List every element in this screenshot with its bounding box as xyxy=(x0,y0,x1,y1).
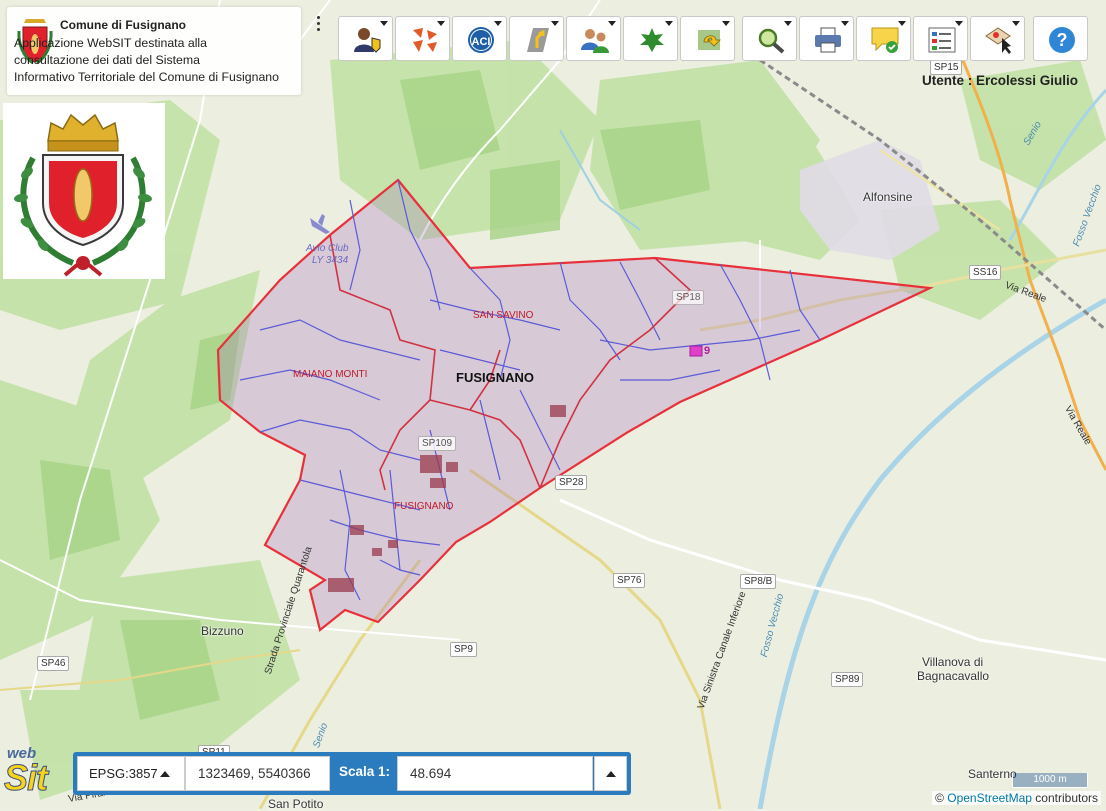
road-label-sp109: SP109 xyxy=(418,436,457,451)
map-marker-label: 9 xyxy=(704,345,711,357)
toolbar-group-2 xyxy=(742,16,1025,61)
toolbar-button-aci[interactable]: ACI xyxy=(452,16,507,61)
app-description-line: Applicazione WebSIT destinata alla xyxy=(14,36,207,50)
toolbar-button-help[interactable]: ? xyxy=(1033,16,1088,61)
road-label-sp76: SP76 xyxy=(613,573,646,588)
map-label-avio-code: LY 3434 xyxy=(312,255,349,266)
people-icon xyxy=(581,29,609,53)
scale-input[interactable]: 48.694 xyxy=(397,756,593,791)
toolbar-button-map-pointer[interactable] xyxy=(970,16,1025,61)
coat-of-arms-icon xyxy=(14,113,152,277)
toolbar-button-printer[interactable] xyxy=(799,16,854,61)
road-label-sp46: SP46 xyxy=(37,656,70,671)
map-label-avio-club: Avio Club xyxy=(306,243,349,254)
scale-label: Scala 1: xyxy=(339,764,391,779)
toolbar-button-layers-list[interactable] xyxy=(913,16,968,61)
coordinate-scale-bar: EPSG:3857 1323469, 5540366 Scala 1: 48.6… xyxy=(73,752,631,795)
app-description: Applicazione WebSIT destinata alla consu… xyxy=(14,35,298,86)
toolbar-button-map-refresh[interactable] xyxy=(680,16,735,61)
map-pointer-icon xyxy=(985,27,1011,54)
map-label-maiano-monti: MAIANO MONTI xyxy=(293,369,368,380)
magnifier-icon xyxy=(758,28,785,54)
road-label-sp9: SP9 xyxy=(450,642,477,657)
app-title: Comune di Fusignano xyxy=(60,18,186,32)
map-label-villanova-2: Bagnacavallo xyxy=(917,669,990,683)
map-refresh-icon xyxy=(698,30,721,50)
projection-value: EPSG:3857 xyxy=(89,766,158,781)
projection-select[interactable]: EPSG:3857 xyxy=(77,756,185,791)
message-check-icon xyxy=(871,27,899,53)
map-marker[interactable] xyxy=(689,345,703,357)
toolbar-button-people[interactable] xyxy=(566,16,621,61)
toolbar-button-magnifier[interactable] xyxy=(742,16,797,61)
toolbar-group-1: ACI xyxy=(338,16,735,61)
map-label-san-savino: SAN SAVINO xyxy=(473,310,534,321)
attribution-suffix: contributors xyxy=(1031,791,1098,805)
svg-text:ACI: ACI xyxy=(472,36,491,48)
projection-dropdown-icon xyxy=(159,771,170,777)
app-description-line: consultazione dei dati del Sistema xyxy=(14,53,200,67)
printer-icon xyxy=(815,27,841,53)
toolbar-button-cadastre[interactable] xyxy=(395,16,450,61)
app-description-line: Informativo Territoriale del Comune di F… xyxy=(14,70,279,84)
user-admin-icon xyxy=(354,28,381,53)
toolbar-button-user-admin[interactable] xyxy=(338,16,393,61)
map-attribution: © OpenStreetMap contributors xyxy=(932,791,1101,805)
map-label-fusignano-town: FUSIGNANO xyxy=(456,370,534,385)
coordinates-display: 1323469, 5540366 xyxy=(185,756,330,791)
attribution-prefix: © xyxy=(935,791,948,805)
road-label-sp8b: SP8/B xyxy=(740,574,777,589)
map-scale-bar: 1000 m xyxy=(1012,773,1088,788)
road-label-sp89: SP89 xyxy=(831,672,864,687)
leaf-icon xyxy=(640,28,664,52)
map-label-bizzuno: Bizzuno xyxy=(201,624,244,638)
toolbar-group-3: ? xyxy=(1033,16,1088,61)
map-label-villanova-1: Villanova di xyxy=(922,655,984,669)
logo-sit-text: Sit xyxy=(3,757,48,799)
road-label-sp18: SP18 xyxy=(672,290,705,305)
scale-dropdown-button[interactable] xyxy=(594,756,627,791)
cadastre-icon xyxy=(413,28,437,52)
municipality-crest xyxy=(3,103,165,279)
app-info-panel: Comune di Fusignano Applicazione WebSIT … xyxy=(7,7,301,95)
road-label-sp28: SP28 xyxy=(555,475,588,490)
map-label-santerno: Santerno xyxy=(968,767,1017,781)
road-label-ss16: SS16 xyxy=(969,265,1002,280)
more-menu-icon[interactable] xyxy=(316,16,322,36)
toolbar-button-leaf[interactable] xyxy=(623,16,678,61)
map-canvas[interactable] xyxy=(0,0,1106,809)
help-icon: ? xyxy=(1049,27,1075,53)
scale-dropdown-icon xyxy=(606,771,616,777)
current-user-label: Utente : Ercolessi Giulio xyxy=(922,73,1079,88)
map-label-alfonsine: Alfonsine xyxy=(863,190,913,204)
websit-logo: web Sit xyxy=(3,745,70,807)
toolbar-button-message-check[interactable] xyxy=(856,16,911,61)
toolbar-button-road-signs[interactable] xyxy=(509,16,564,61)
layers-list-icon xyxy=(928,27,956,53)
map-label-fusignano-area: FUSIGNANO xyxy=(394,501,454,512)
svg-text:?: ? xyxy=(1057,30,1068,50)
openstreetmap-link[interactable]: OpenStreetMap xyxy=(947,791,1032,805)
road-signs-icon xyxy=(527,28,549,52)
aci-icon: ACI xyxy=(468,27,494,53)
